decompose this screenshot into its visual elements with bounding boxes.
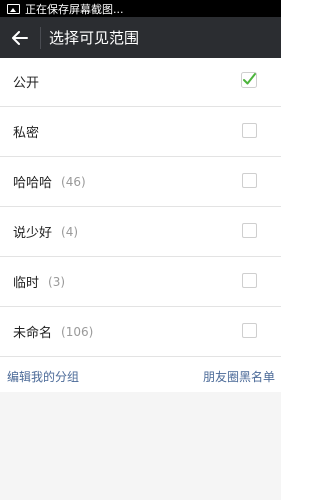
- option-label: 未命名: [13, 326, 53, 341]
- toolbar-divider: [40, 26, 41, 49]
- option-private[interactable]: 私密: [0, 107, 281, 157]
- option-label: 公开: [13, 76, 40, 91]
- toolbar: 选择可见范围: [0, 17, 281, 58]
- option-count: (4): [61, 224, 79, 239]
- status-bar: 正在保存屏幕截图...: [0, 0, 281, 17]
- option-count: (106): [61, 324, 94, 339]
- option-label: 哈哈哈: [13, 176, 53, 191]
- option-group-temporary[interactable]: 临时 (3): [0, 257, 281, 307]
- arrow-left-icon: [12, 30, 28, 45]
- empty-area: [0, 392, 281, 500]
- visibility-options-list: 公开 私密 哈哈哈 (46) 说少好 (4) 临时 (3) 未命名 (106): [0, 57, 281, 357]
- option-label: 临时: [13, 276, 40, 291]
- option-checkbox[interactable]: [242, 323, 257, 338]
- footer-links: 编辑我的分组 朋友圈黑名单: [0, 366, 281, 386]
- option-count: (3): [48, 274, 66, 289]
- option-count: (46): [61, 174, 86, 189]
- edit-groups-link[interactable]: 编辑我的分组: [7, 368, 79, 385]
- option-group-unnamed[interactable]: 未命名 (106): [0, 307, 281, 357]
- status-text: 正在保存屏幕截图...: [25, 2, 124, 16]
- back-button[interactable]: [0, 17, 40, 58]
- option-checkbox[interactable]: [242, 123, 257, 138]
- option-checkbox[interactable]: [242, 273, 257, 288]
- blacklist-link[interactable]: 朋友圈黑名单: [203, 368, 275, 385]
- option-group-shuoshaohao[interactable]: 说少好 (4): [0, 207, 281, 257]
- option-checkbox[interactable]: [242, 173, 257, 188]
- image-icon: [7, 3, 20, 14]
- checkmark-icon: [241, 72, 257, 88]
- option-label: 说少好: [13, 226, 53, 241]
- option-public[interactable]: 公开: [0, 57, 281, 107]
- option-label: 私密: [13, 126, 40, 141]
- page-title: 选择可见范围: [49, 29, 140, 47]
- option-checkbox[interactable]: [242, 223, 257, 238]
- option-group-hahaha[interactable]: 哈哈哈 (46): [0, 157, 281, 207]
